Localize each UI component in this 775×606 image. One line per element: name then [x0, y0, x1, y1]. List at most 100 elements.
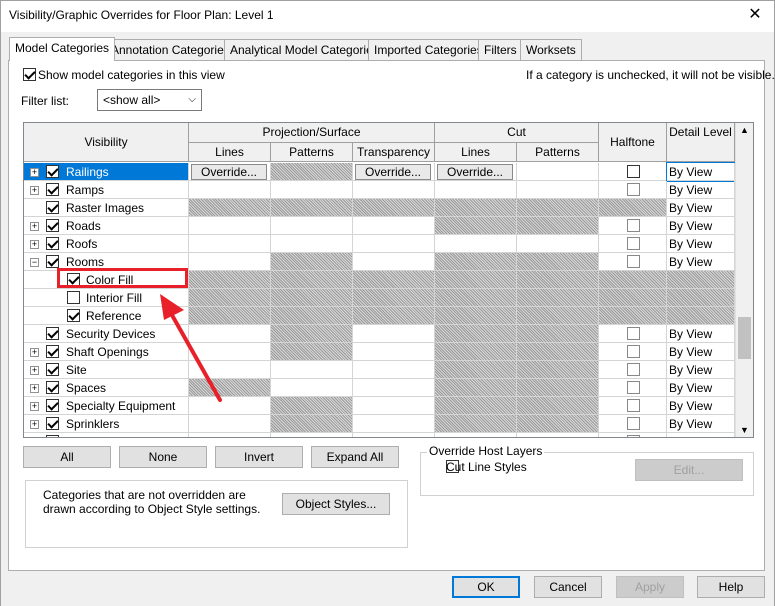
visibility-checkbox[interactable]	[46, 165, 59, 178]
tab-imported-categories[interactable]: Imported Categories	[368, 39, 489, 60]
cell-transparency[interactable]	[353, 397, 435, 415]
none-button[interactable]: None	[119, 446, 207, 468]
cell-transparency[interactable]: Override...	[353, 163, 435, 181]
cell-transparency[interactable]	[353, 361, 435, 379]
category-name-cell[interactable]: +Stairs	[24, 433, 189, 437]
cell-cut-lines[interactable]: Override...	[435, 163, 517, 181]
cell-detail[interactable]: By View	[667, 235, 735, 253]
halftone-checkbox[interactable]	[627, 417, 640, 430]
expand-all-button[interactable]: Expand All	[311, 446, 399, 468]
cell-detail[interactable]: By View	[667, 253, 735, 271]
cell-halftone[interactable]	[599, 325, 667, 343]
cell-halftone[interactable]	[599, 415, 667, 433]
cell-transparency[interactable]	[353, 181, 435, 199]
visibility-checkbox[interactable]	[46, 219, 59, 232]
help-button[interactable]: Help	[697, 576, 765, 598]
visibility-checkbox[interactable]	[46, 327, 59, 340]
cell-patterns[interactable]	[271, 379, 353, 397]
tab-filters[interactable]: Filters	[478, 39, 523, 60]
invert-button[interactable]: Invert	[215, 446, 303, 468]
cell-detail[interactable]: By View	[667, 181, 735, 199]
cell-cut-patterns[interactable]	[517, 235, 599, 253]
cell-halftone[interactable]	[599, 379, 667, 397]
halftone-checkbox[interactable]	[627, 381, 640, 394]
halftone-checkbox[interactable]	[627, 183, 640, 196]
cell-patterns[interactable]	[271, 361, 353, 379]
halftone-checkbox[interactable]	[627, 165, 640, 178]
edit-button[interactable]: Edit...	[635, 459, 743, 481]
cell-transparency[interactable]	[353, 379, 435, 397]
cell-patterns[interactable]	[271, 217, 353, 235]
visibility-checkbox[interactable]	[46, 345, 59, 358]
visibility-checkbox[interactable]	[67, 291, 80, 304]
cell-halftone[interactable]	[599, 361, 667, 379]
category-name-cell[interactable]: + Railings	[24, 163, 189, 181]
object-styles-button[interactable]: Object Styles...	[282, 493, 390, 515]
all-button[interactable]: All	[23, 446, 111, 468]
expand-icon[interactable]: +	[30, 186, 39, 195]
category-name-cell[interactable]: + Ramps	[24, 181, 189, 199]
cell-halftone[interactable]	[599, 163, 667, 181]
cell-halftone[interactable]	[599, 397, 667, 415]
visibility-checkbox[interactable]	[67, 309, 80, 322]
visibility-checkbox[interactable]	[46, 435, 59, 437]
visibility-checkbox[interactable]	[46, 417, 59, 430]
cell-lines[interactable]	[189, 217, 271, 235]
cell-cut-patterns[interactable]	[517, 163, 599, 181]
visibility-checkbox[interactable]	[46, 183, 59, 196]
expand-icon[interactable]: +	[30, 240, 39, 249]
cell-lines[interactable]	[189, 433, 271, 437]
header-detail-level[interactable]: Detail Level	[667, 123, 735, 162]
ok-button[interactable]: OK	[452, 576, 520, 598]
header-visibility[interactable]: Visibility	[24, 123, 189, 162]
expand-icon[interactable]: +	[30, 366, 39, 375]
expand-icon[interactable]: +	[30, 402, 39, 411]
halftone-checkbox[interactable]	[627, 399, 640, 412]
collapse-icon[interactable]: −	[30, 258, 39, 267]
halftone-checkbox[interactable]	[627, 255, 640, 268]
halftone-checkbox[interactable]	[627, 363, 640, 376]
cell-patterns[interactable]	[271, 235, 353, 253]
category-name-cell[interactable]: + Roofs	[24, 235, 189, 253]
halftone-checkbox[interactable]	[627, 345, 640, 358]
cell-detail[interactable]: By View	[667, 415, 735, 433]
cell-detail[interactable]: By View	[667, 343, 735, 361]
expand-icon[interactable]: +	[30, 222, 39, 231]
table-scrollbar[interactable]: ▲ ▼	[735, 123, 753, 437]
close-icon[interactable]: ✕	[745, 5, 765, 25]
cell-transparency[interactable]	[353, 343, 435, 361]
cell-detail[interactable]: By View	[667, 379, 735, 397]
header-cut-patterns[interactable]: Patterns	[517, 143, 599, 162]
visibility-checkbox[interactable]	[46, 399, 59, 412]
cell-lines[interactable]: Override...	[189, 163, 271, 181]
cell-cut-lines[interactable]	[435, 235, 517, 253]
cell-halftone[interactable]	[599, 253, 667, 271]
halftone-checkbox[interactable]	[627, 237, 640, 250]
visibility-checkbox[interactable]	[46, 237, 59, 250]
cell-cut-lines[interactable]	[435, 433, 517, 437]
cell-detail[interactable]: By View	[667, 397, 735, 415]
cell-transparency[interactable]	[353, 433, 435, 437]
cell-transparency[interactable]	[353, 415, 435, 433]
cell-halftone[interactable]	[599, 433, 667, 437]
cell-detail[interactable]: By View	[666, 162, 736, 182]
expand-icon[interactable]: +	[30, 420, 39, 429]
category-name-cell[interactable]: + Roads	[24, 217, 189, 235]
expand-icon[interactable]: +	[30, 348, 39, 357]
halftone-checkbox[interactable]	[627, 219, 640, 232]
cell-cut-patterns[interactable]	[517, 433, 599, 437]
cell-detail[interactable]: By View	[667, 199, 735, 217]
expand-icon[interactable]: +	[30, 168, 39, 177]
filter-list-select[interactable]: <show all> ⌵	[97, 89, 202, 111]
override-button[interactable]: Override...	[437, 164, 513, 180]
cell-detail[interactable]: By View	[667, 217, 735, 235]
cell-transparency[interactable]	[353, 235, 435, 253]
cell-patterns[interactable]	[271, 433, 353, 437]
tab-worksets[interactable]: Worksets	[520, 39, 582, 60]
header-cut-lines[interactable]: Lines	[435, 143, 517, 162]
show-model-categories-checkbox[interactable]	[23, 68, 36, 81]
override-button[interactable]: Override...	[355, 164, 431, 180]
halftone-checkbox[interactable]	[627, 327, 640, 340]
cell-lines[interactable]	[189, 415, 271, 433]
cell-lines[interactable]	[189, 181, 271, 199]
